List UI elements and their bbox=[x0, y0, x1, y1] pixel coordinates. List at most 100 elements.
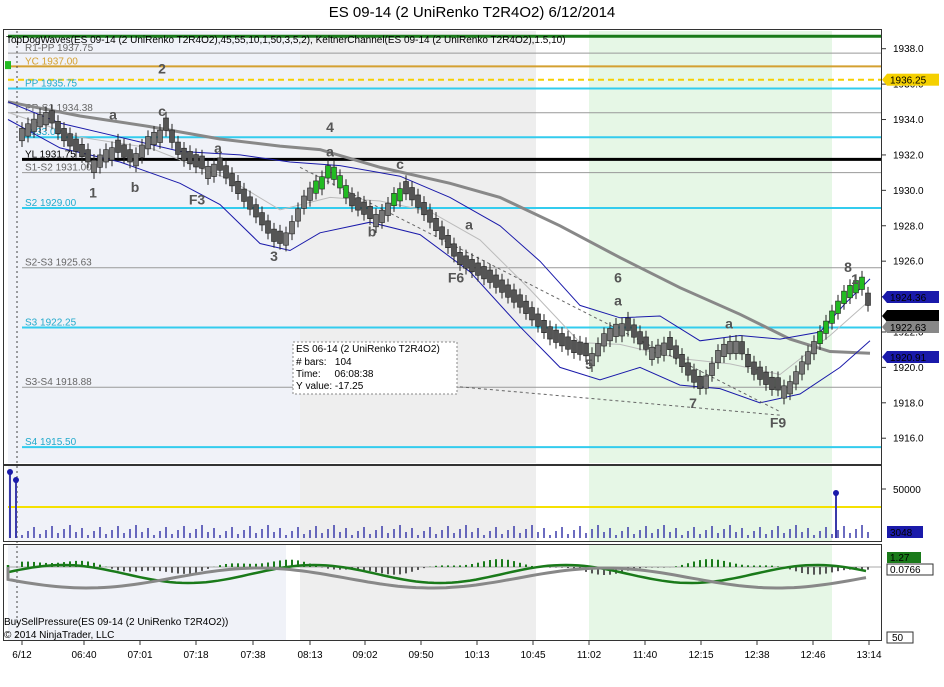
copyright-label: © 2014 NinjaTrader, LLC bbox=[4, 630, 114, 641]
price-bar-94 bbox=[583, 343, 589, 357]
price-bar-116 bbox=[715, 350, 721, 364]
volume-dot-b bbox=[13, 477, 19, 483]
price-bar-120 bbox=[739, 341, 745, 355]
time-tick-label-14: 12:46 bbox=[800, 650, 825, 661]
price-bar-112 bbox=[691, 369, 697, 383]
price-bar-8 bbox=[67, 133, 73, 147]
price-bar-43 bbox=[277, 230, 283, 244]
time-tick-label-1: 06:40 bbox=[71, 650, 96, 661]
time-tick-label-0: 6/12 bbox=[12, 650, 32, 661]
price-bar-56 bbox=[355, 197, 361, 211]
level-label-1: YC 1937.00 bbox=[25, 56, 78, 67]
price-bar-11 bbox=[85, 149, 91, 163]
price-bar-33 bbox=[217, 157, 223, 171]
price-bar-69 bbox=[433, 218, 439, 232]
price-bar-51 bbox=[325, 165, 331, 179]
price-bar-138 bbox=[847, 285, 853, 299]
chart[interactable]: R1-PP 1937.75YC 1937.00PP 1935.75PP-S1 1… bbox=[0, 0, 944, 687]
price-bar-52 bbox=[331, 166, 337, 180]
price-bar-61 bbox=[385, 202, 391, 216]
price-bar-10 bbox=[79, 144, 85, 158]
price-tick-label-6: 1928.0 bbox=[893, 221, 924, 232]
volume-tick-label-0: 50000 bbox=[893, 485, 921, 496]
price-bar-70 bbox=[439, 226, 445, 240]
price-bar-48 bbox=[307, 187, 313, 201]
time-tick-label-2: 07:01 bbox=[127, 650, 152, 661]
bsp-marker-buy-label: 1.27 bbox=[890, 553, 910, 564]
price-bar-35 bbox=[229, 173, 235, 187]
price-bar-129 bbox=[793, 371, 799, 385]
price-bar-137 bbox=[841, 290, 847, 304]
price-bar-83 bbox=[517, 294, 523, 308]
price-bar-99 bbox=[613, 323, 619, 337]
indicator-label: TopDogWaves(ES 09-14 (2 UniRenko T2R4O2)… bbox=[6, 35, 566, 46]
price-tick-label-0: 1916.0 bbox=[893, 434, 924, 445]
wave-label-10: c bbox=[396, 156, 404, 172]
wave-label-7: 3 bbox=[270, 248, 278, 264]
price-bar-89 bbox=[553, 329, 559, 343]
level-label-6: S1-S2 1931.00 bbox=[25, 163, 92, 174]
wave-label-2: a bbox=[109, 107, 117, 123]
price-marker-arrow-4 bbox=[882, 351, 887, 363]
price-bar-131 bbox=[805, 351, 811, 365]
price-bar-133 bbox=[817, 330, 823, 344]
level-label-11: S4 1915.50 bbox=[25, 437, 77, 448]
price-bar-17 bbox=[121, 144, 127, 158]
price-bar-135 bbox=[829, 310, 835, 324]
price-bar-96 bbox=[595, 343, 601, 357]
price-bar-39 bbox=[253, 204, 259, 218]
info-box-line-2: Y value: -17.25 bbox=[296, 381, 364, 392]
price-bar-66 bbox=[415, 194, 421, 208]
wave-label-6: F3 bbox=[189, 192, 206, 208]
price-bar-0 bbox=[19, 128, 25, 142]
price-bar-26 bbox=[175, 141, 181, 155]
price-marker-arrow-1 bbox=[882, 291, 887, 303]
price-bar-67 bbox=[421, 202, 427, 216]
price-bar-141 bbox=[865, 292, 871, 306]
level-label-8: S2-S3 1925.63 bbox=[25, 258, 92, 269]
price-bar-7 bbox=[61, 128, 67, 142]
price-bar-97 bbox=[601, 333, 607, 347]
price-bar-6 bbox=[55, 120, 61, 134]
wave-label-14: 6 bbox=[614, 269, 622, 285]
wave-label-17: a bbox=[725, 315, 733, 331]
price-bar-85 bbox=[529, 307, 535, 321]
price-bar-110 bbox=[679, 353, 685, 367]
price-bar-134 bbox=[823, 320, 829, 334]
price-bar-111 bbox=[685, 362, 691, 376]
price-bar-18 bbox=[127, 149, 133, 163]
price-bar-86 bbox=[535, 313, 541, 327]
info-box-title: ES 06-14 (2 UniRenko T2R4O2) bbox=[296, 344, 440, 355]
price-bar-91 bbox=[565, 336, 571, 350]
price-bar-42 bbox=[271, 228, 277, 242]
wave-label-12: a bbox=[465, 216, 473, 232]
price-bar-62 bbox=[391, 193, 397, 207]
price-bar-82 bbox=[511, 289, 517, 303]
wave-label-16: 5 bbox=[585, 356, 593, 372]
zone-premarket bbox=[8, 31, 300, 463]
zone-green-bsp bbox=[589, 545, 832, 640]
bsp-marker-sell-label: 0.0766 bbox=[890, 565, 921, 576]
price-bar-103 bbox=[637, 331, 643, 345]
price-bar-106 bbox=[655, 344, 661, 358]
price-bar-130 bbox=[799, 361, 805, 375]
price-bar-93 bbox=[577, 341, 583, 355]
price-tick-label-11: 1938.0 bbox=[893, 44, 924, 55]
price-bar-136 bbox=[835, 300, 841, 314]
price-bar-101 bbox=[625, 317, 631, 331]
price-bar-98 bbox=[607, 328, 613, 342]
price-bar-121 bbox=[745, 353, 751, 367]
price-bar-125 bbox=[769, 376, 775, 390]
price-bar-4 bbox=[43, 112, 49, 126]
price-bar-132 bbox=[811, 341, 817, 355]
price-bar-74 bbox=[463, 255, 469, 269]
price-bar-46 bbox=[295, 208, 301, 222]
wave-label-21: 1 bbox=[851, 271, 859, 287]
price-bar-41 bbox=[265, 220, 271, 234]
price-bar-30 bbox=[199, 155, 205, 169]
wave-label-19: F9 bbox=[770, 415, 787, 431]
price-bar-124 bbox=[763, 371, 769, 385]
price-tick-label-8: 1932.0 bbox=[893, 150, 924, 161]
price-bar-22 bbox=[151, 131, 157, 145]
price-bar-118 bbox=[727, 341, 733, 355]
